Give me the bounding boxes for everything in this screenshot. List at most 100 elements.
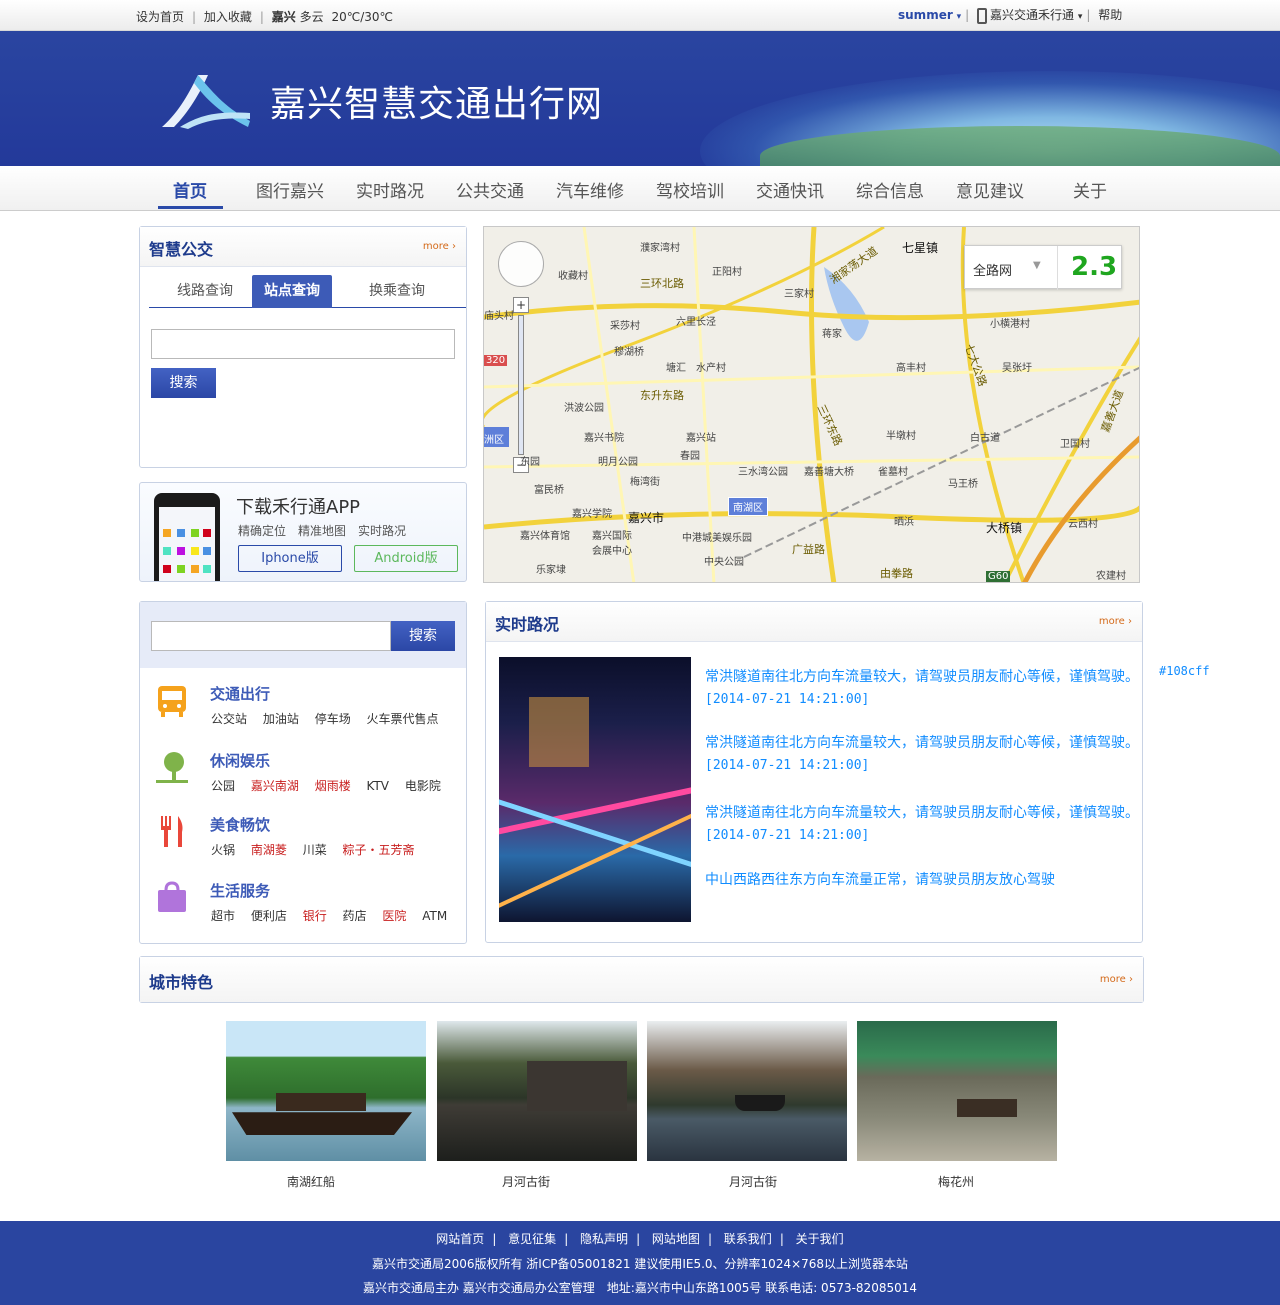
traffic-news-item[interactable]: 常洪隧道南往北方向车流量较大，请驾驶员朋友耐心等候，谨慎驾驶。 [2014-07-…	[705, 802, 1139, 843]
more-link[interactable]: more	[1099, 616, 1132, 627]
category-link[interactable]: 嘉兴南湖	[251, 779, 299, 793]
footer-link[interactable]: 网站地图	[652, 1232, 700, 1246]
android-download-button[interactable]: Android版	[354, 545, 458, 572]
photo-caption[interactable]: 月河古街	[653, 1173, 853, 1190]
local-search-input[interactable]	[151, 621, 391, 651]
photo-caption[interactable]: 南湖红船	[211, 1173, 411, 1190]
city-photo[interactable]	[647, 1021, 847, 1161]
category-link[interactable]: 加油站	[263, 712, 299, 726]
nav-map-jiaxing[interactable]: 图行嘉兴	[255, 177, 325, 202]
category-link[interactable]: 川菜	[303, 843, 327, 857]
category-link[interactable]: 公交站	[211, 712, 247, 726]
nav-about[interactable]: 关于	[1055, 177, 1125, 202]
nav-realtime-traffic[interactable]: 实时路况	[355, 177, 425, 202]
category-link[interactable]: 烟雨楼	[315, 779, 351, 793]
category-link[interactable]: 药店	[343, 909, 367, 923]
traffic-news-item[interactable]: 常洪隧道南往北方向车流量较大，请驾驶员朋友耐心等候，谨慎驾驶。 [2014-07-…	[705, 732, 1139, 773]
chevron-down-icon[interactable]: ▼	[1033, 260, 1041, 271]
city-photo[interactable]	[857, 1021, 1057, 1161]
nav-car-repair[interactable]: 汽车维修	[555, 177, 625, 202]
category-link[interactable]: 公园	[211, 779, 235, 793]
help-link[interactable]: 帮助	[1098, 8, 1122, 22]
category-link[interactable]: 银行	[303, 909, 327, 923]
nav-suggestions[interactable]: 意见建议	[955, 177, 1025, 202]
map-label: G60	[986, 571, 1011, 582]
footer-link[interactable]: 关于我们	[796, 1232, 844, 1246]
category-link[interactable]: ATM	[422, 909, 447, 923]
nav-traffic-news[interactable]: 交通快讯	[755, 177, 825, 202]
panel-title: 智慧公交	[149, 240, 214, 259]
category-name[interactable]: 生活服务	[210, 880, 270, 901]
more-link[interactable]: more	[1100, 974, 1133, 985]
category-link[interactable]: 便利店	[251, 909, 287, 923]
zoom-in-icon[interactable]: +	[513, 297, 529, 313]
footer-link[interactable]: 联系我们	[724, 1232, 772, 1246]
iphone-download-button[interactable]: Iphone版	[238, 545, 342, 572]
divider	[1057, 246, 1058, 290]
more-link[interactable]: more	[423, 241, 456, 252]
station-search-input[interactable]	[151, 329, 455, 359]
username-link[interactable]: summer	[898, 8, 953, 22]
dropdown-arrow-icon[interactable]: ▾	[957, 12, 962, 22]
category-name[interactable]: 休闲娱乐	[210, 750, 270, 771]
tab-station-query[interactable]: 站点查询	[252, 275, 332, 308]
map-label: 富民桥	[534, 485, 564, 496]
panel-header: 智慧公交 more	[140, 227, 466, 267]
footer-link[interactable]: 隐私声明	[580, 1232, 628, 1246]
category-link[interactable]: 粽子・五芳斋	[343, 843, 415, 857]
traffic-news-item[interactable]: 常洪隧道南往北方向车流量较大，请驾驶员朋友耐心等候，谨慎驾驶。 [2014-07-…	[705, 666, 1139, 707]
news-text[interactable]: 常洪隧道南往北方向车流量较大，请驾驶员朋友耐心等候，谨慎驾驶。	[705, 735, 1139, 751]
footer-link[interactable]: 网站首页	[436, 1232, 484, 1246]
category-link[interactable]: KTV	[367, 779, 389, 793]
map-label: 广益路	[792, 543, 825, 556]
map-label: 水产村	[696, 363, 726, 374]
nav-active-underline	[158, 206, 223, 209]
category-link[interactable]: 火锅	[211, 843, 235, 857]
bus-search-button[interactable]: 搜索	[151, 368, 216, 398]
set-homepage-link[interactable]: 设为首页	[136, 10, 184, 24]
map-label: 320	[484, 355, 508, 366]
footer-link[interactable]: 意见征集	[508, 1232, 556, 1246]
nav-public-transport[interactable]: 公共交通	[455, 177, 525, 202]
category-link[interactable]: 南湖菱	[251, 843, 287, 857]
news-text[interactable]: 常洪隧道南往北方向车流量较大，请驾驶员朋友耐心等候，谨慎驾驶。	[705, 805, 1139, 821]
category-name[interactable]: 美食畅饮	[210, 814, 270, 835]
app-link[interactable]: 嘉兴交通禾行通	[990, 8, 1074, 22]
panel-header: 城市特色 more	[140, 957, 1143, 1002]
local-search-button[interactable]: 搜索	[391, 621, 455, 651]
site-logo-icon[interactable]	[160, 71, 252, 129]
bus-tabs: 线路查询 站点查询 换乘查询	[149, 275, 466, 308]
tab-transfer-query[interactable]: 换乘查询	[357, 275, 437, 308]
category-link[interactable]: 医院	[382, 909, 406, 923]
map-label: 由拳路	[880, 567, 913, 580]
map-label: 洪波公园	[564, 403, 604, 414]
map-pan-control-icon[interactable]	[498, 241, 544, 287]
news-text[interactable]: 中山西路西往东方向车流量正常，请驾驶员朋友放心驾驶	[705, 872, 1055, 888]
nav-driving-school[interactable]: 驾校培训	[655, 177, 725, 202]
news-text[interactable]: 常洪隧道南往北方向车流量较大，请驾驶员朋友耐心等候，谨慎驾驶。	[705, 669, 1139, 685]
zoom-slider[interactable]	[518, 315, 524, 455]
nav-home[interactable]: 首页	[155, 177, 225, 202]
traffic-news-item[interactable]: 中山西路西往东方向车流量正常，请驾驶员朋友放心驾驶	[705, 869, 1055, 889]
category-link[interactable]: 超市	[211, 909, 235, 923]
tab-route-query[interactable]: 线路查询	[165, 275, 245, 308]
photo-caption[interactable]: 梅花州	[856, 1173, 1056, 1190]
network-select[interactable]: 全路网	[973, 260, 1012, 279]
map-label: 三水湾公园	[738, 467, 788, 478]
category-link[interactable]: 火车票代售点	[367, 712, 439, 726]
map-label: 嘉兴书院	[584, 433, 624, 444]
bus-icon	[158, 686, 186, 717]
news-time: [2014-07-21 14:21:00]	[705, 828, 870, 843]
add-favorite-link[interactable]: 加入收藏	[204, 10, 252, 24]
nav-general-info[interactable]: 综合信息	[855, 177, 925, 202]
city-photo[interactable]	[437, 1021, 637, 1161]
map-label: 云西村	[1068, 519, 1098, 530]
city-photo[interactable]	[226, 1021, 426, 1161]
category-link[interactable]: 停车场	[315, 712, 351, 726]
photo-caption[interactable]: 月河古街	[426, 1173, 626, 1190]
traffic-map[interactable]: + − 全路网 ▼ 2.3 濮家湾村 七星镇 收藏村 正阳村 三环北路 湘家荡大…	[483, 226, 1140, 583]
map-label: 马王桥	[948, 479, 978, 490]
category-link[interactable]: 电影院	[405, 779, 441, 793]
app-dropdown-icon[interactable]: ▾	[1078, 12, 1083, 22]
category-name[interactable]: 交通出行	[210, 683, 270, 704]
